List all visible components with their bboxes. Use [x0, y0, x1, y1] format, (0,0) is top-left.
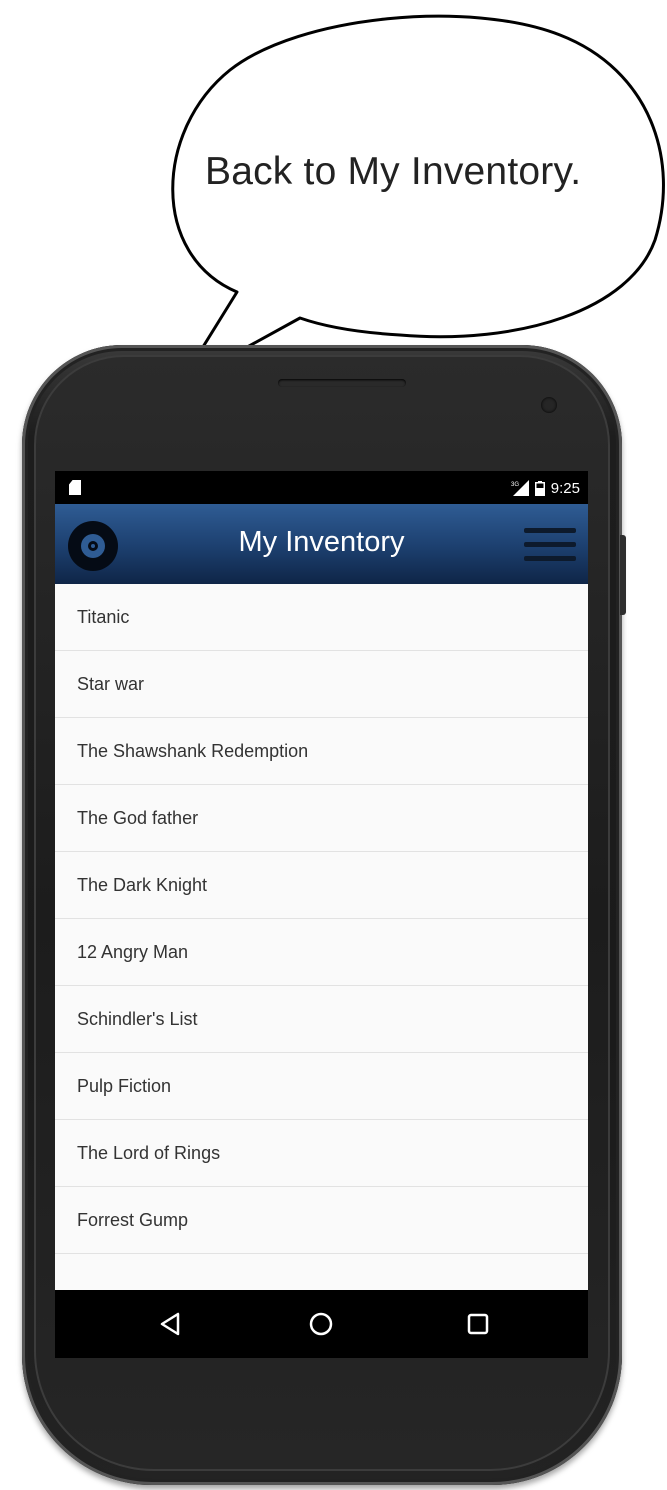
- status-bar: 3G 9:25: [55, 471, 588, 504]
- phone-screen: 3G 9:25 My Inventory Titanic Star war Th…: [55, 471, 588, 1358]
- earpiece-speaker: [278, 379, 406, 387]
- list-item[interactable]: The Dark Knight: [55, 852, 588, 919]
- list-item[interactable]: 12 Angry Man: [55, 919, 588, 986]
- volume-button: [620, 535, 626, 615]
- svg-text:3G: 3G: [511, 482, 519, 488]
- navigation-bar: [55, 1290, 588, 1358]
- list-item[interactable]: The Shawshank Redemption: [55, 718, 588, 785]
- inventory-list: Titanic Star war The Shawshank Redemptio…: [55, 584, 588, 1321]
- front-camera-icon: [541, 397, 557, 413]
- back-icon[interactable]: [151, 1304, 191, 1344]
- hamburger-menu-icon[interactable]: [524, 528, 576, 564]
- sd-card-icon: [69, 480, 81, 495]
- status-time: 9:25: [550, 479, 580, 497]
- battery-icon: [534, 480, 545, 496]
- list-item[interactable]: Pulp Fiction: [55, 1053, 588, 1120]
- list-item[interactable]: Schindler's List: [55, 986, 588, 1053]
- list-item[interactable]: Star war: [55, 651, 588, 718]
- list-item[interactable]: Forrest Gump: [55, 1187, 588, 1254]
- speech-bubble: [171, 14, 665, 386]
- recents-icon[interactable]: [458, 1304, 498, 1344]
- app-bar: My Inventory: [55, 504, 588, 584]
- list-item[interactable]: The Lord of Rings: [55, 1120, 588, 1187]
- page-title: My Inventory: [238, 526, 405, 558]
- home-icon[interactable]: [301, 1304, 341, 1344]
- signal-icon: 3G: [511, 480, 529, 496]
- bubble-text: Back to My Inventory.: [205, 150, 582, 193]
- list-item[interactable]: The God father: [55, 785, 588, 852]
- list-item[interactable]: Titanic: [55, 584, 588, 651]
- status-right: 3G 9:25: [511, 478, 580, 498]
